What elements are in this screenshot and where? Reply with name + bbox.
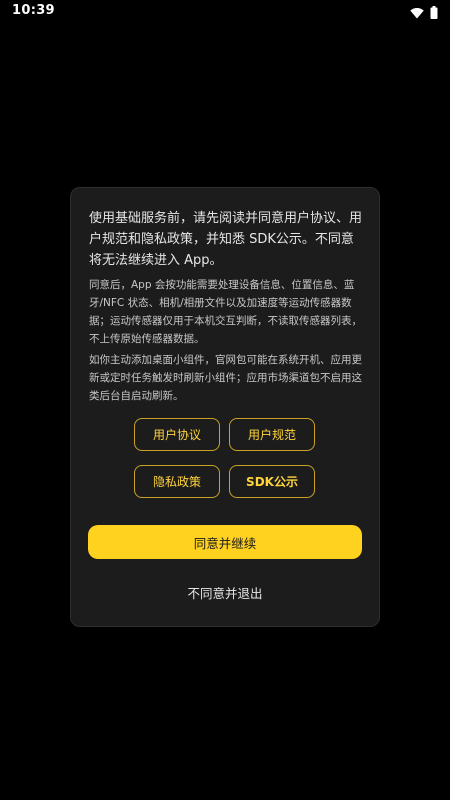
status-icons	[410, 4, 438, 23]
screen: 10:39 使用基础服务前，请先阅读并同意用户协议、用户规范和隐私政策，并知悉 …	[0, 0, 450, 800]
user-norms-button[interactable]: 用户规范	[229, 418, 315, 451]
consent-dialog: 使用基础服务前，请先阅读并同意用户协议、用户规范和隐私政策，并知悉 SDK公示。…	[70, 187, 380, 627]
user-agreement-button[interactable]: 用户协议	[134, 418, 220, 451]
agree-and-continue-button[interactable]: 同意并继续	[88, 525, 362, 559]
wifi-icon	[410, 4, 424, 23]
privacy-policy-button[interactable]: 隐私政策	[134, 465, 220, 498]
status-time: 10:39	[12, 3, 55, 18]
dialog-intro-text: 使用基础服务前，请先阅读并同意用户协议、用户规范和隐私政策，并知悉 SDK公示。…	[89, 211, 363, 268]
dialog-permissions-text: 同意后，App 会按功能需要处理设备信息、位置信息、蓝牙/NFC 状态、相机/相…	[89, 279, 362, 345]
decline-and-exit-button[interactable]: 不同意并退出	[88, 581, 362, 603]
status-bar: 10:39	[0, 0, 450, 22]
dialog-widget-text: 如你主动添加桌面小组件，官网包可能在系统开机、应用更新或定时任务触发时刷新小组件…	[89, 354, 362, 402]
sdk-disclosure-button[interactable]: SDK公示	[229, 465, 315, 498]
battery-icon	[430, 4, 438, 23]
